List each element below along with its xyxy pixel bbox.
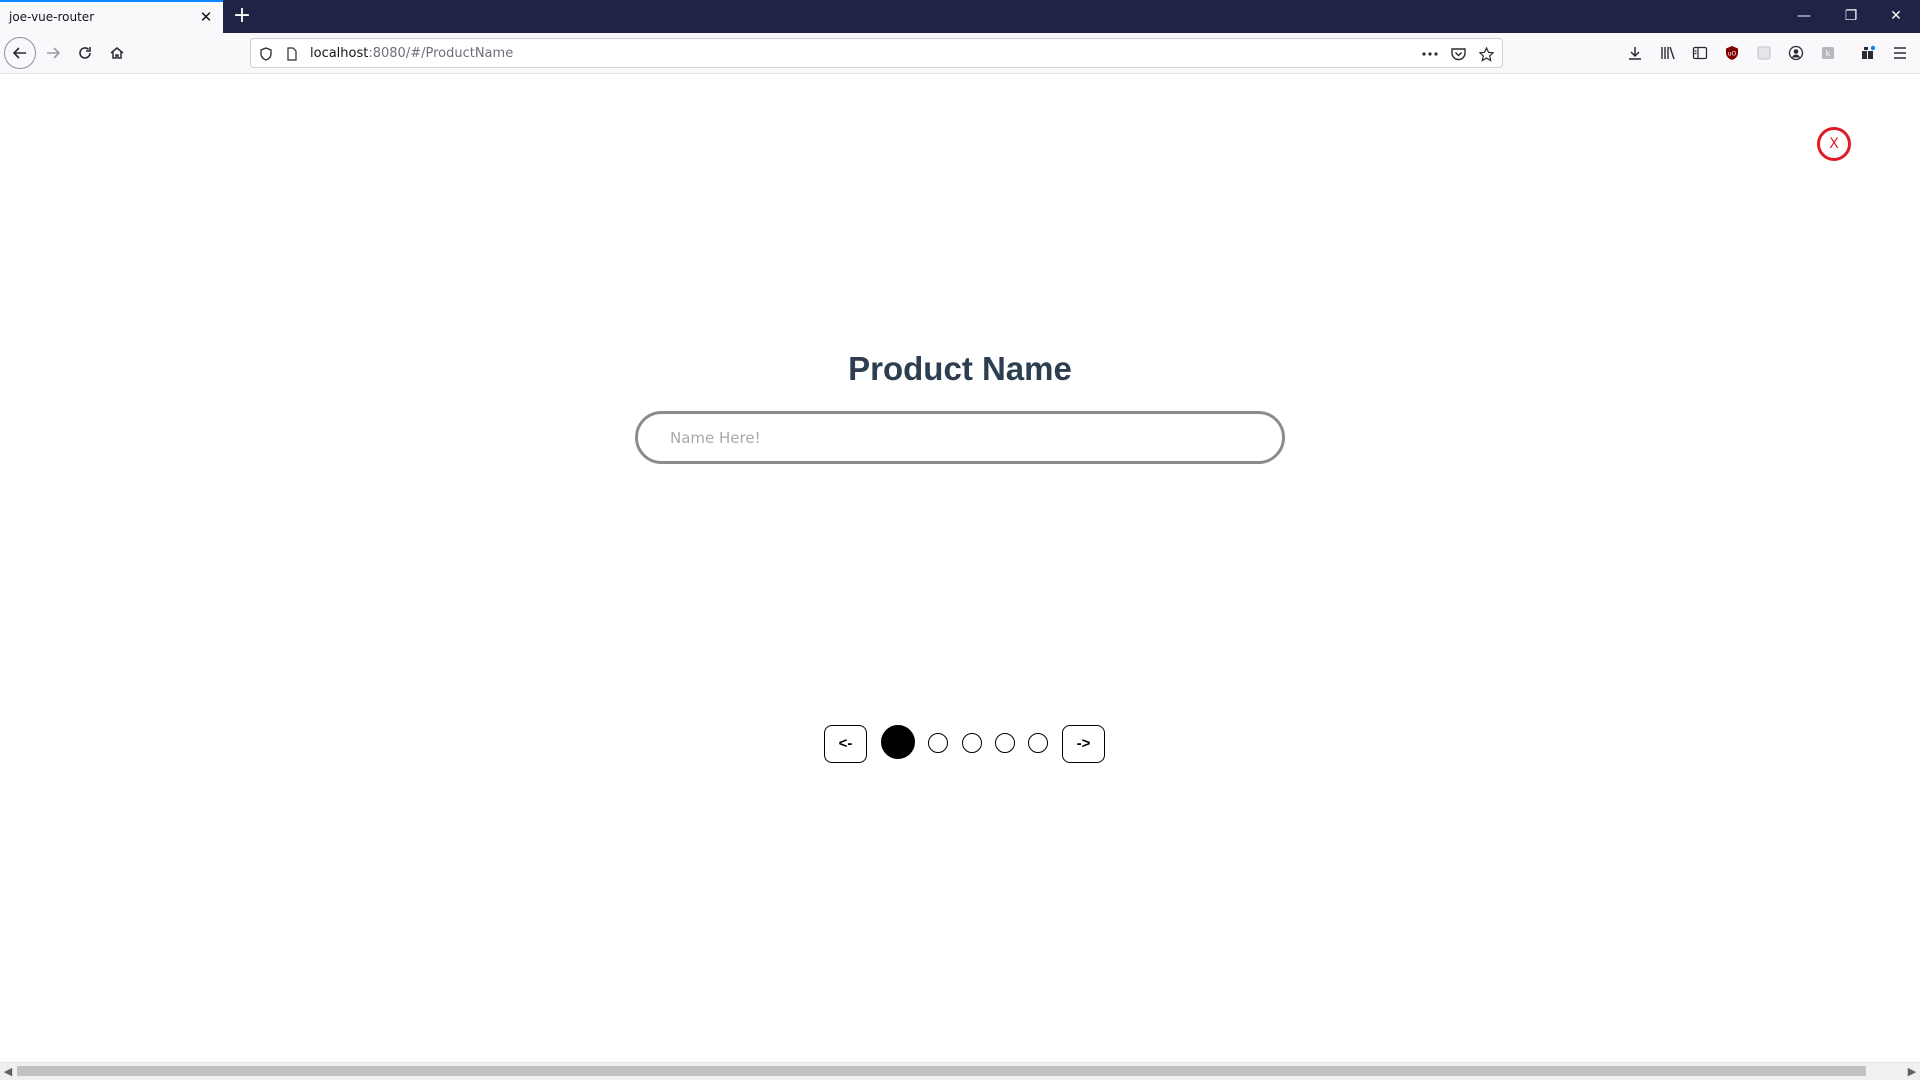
navigation-toolbar: localhost:8080/#/ProductName uO k [0, 33, 1920, 74]
url-bar[interactable]: localhost:8080/#/ProductName [250, 38, 1503, 68]
account-icon[interactable] [1786, 43, 1806, 63]
svg-text:k: k [1826, 49, 1831, 58]
library-icon[interactable] [1658, 43, 1678, 63]
tab-active[interactable]: joe-vue-router ✕ [0, 0, 223, 33]
forward-arrow-icon[interactable] [38, 38, 68, 68]
download-icon[interactable] [1625, 43, 1645, 63]
product-name-input[interactable] [635, 411, 1285, 464]
step-dot-1[interactable] [881, 725, 915, 759]
home-icon[interactable] [102, 38, 132, 68]
step-pager: <- -> [0, 725, 1920, 767]
step-dot-3[interactable] [962, 733, 982, 753]
url-path: :8080/#/ProductName [368, 46, 514, 61]
url-text[interactable]: localhost:8080/#/ProductName [310, 46, 513, 61]
page-title: Product Name [848, 350, 1072, 387]
prev-button[interactable]: <- [824, 725, 867, 763]
scroll-right-icon[interactable]: ▶ [1904, 1064, 1920, 1080]
tab-title: joe-vue-router [9, 10, 95, 24]
tab-strip: joe-vue-router ✕ + — ❐ ✕ [0, 0, 1920, 33]
window-close-button[interactable]: ✕ [1885, 5, 1907, 27]
url-host: localhost [310, 46, 369, 61]
sidebar-icon[interactable] [1690, 43, 1710, 63]
star-icon[interactable] [1477, 45, 1495, 63]
horizontal-scrollbar[interactable]: ◀ ▶ [0, 1062, 1920, 1080]
shield-icon[interactable] [257, 45, 275, 63]
step-dot-2[interactable] [928, 733, 948, 753]
page-icon[interactable] [283, 45, 301, 63]
extension-icon[interactable] [1754, 43, 1774, 63]
page-content: X Product Name <- -> [0, 74, 1920, 1062]
scrollbar-thumb[interactable] [17, 1066, 1866, 1076]
ublock-icon[interactable]: uO [1722, 43, 1742, 63]
step-dot-5[interactable] [1028, 733, 1048, 753]
scroll-left-icon[interactable]: ◀ [0, 1064, 16, 1080]
menu-icon[interactable] [1890, 43, 1910, 63]
close-button[interactable]: X [1817, 127, 1851, 161]
container-icon[interactable]: k [1818, 43, 1838, 63]
more-icon[interactable] [1421, 45, 1439, 63]
back-arrow-icon[interactable] [4, 37, 36, 69]
reload-icon[interactable] [70, 38, 100, 68]
next-button[interactable]: -> [1062, 725, 1105, 763]
pocket-icon[interactable] [1449, 45, 1467, 63]
tab-close-icon[interactable]: ✕ [199, 10, 213, 25]
step-dot-4[interactable] [995, 733, 1015, 753]
restore-button[interactable]: ❐ [1840, 5, 1862, 27]
svg-text:uO: uO [1728, 51, 1737, 58]
minimize-button[interactable]: — [1793, 5, 1815, 27]
new-tab-button[interactable]: + [230, 4, 254, 28]
extensions-icon[interactable] [1858, 43, 1878, 63]
